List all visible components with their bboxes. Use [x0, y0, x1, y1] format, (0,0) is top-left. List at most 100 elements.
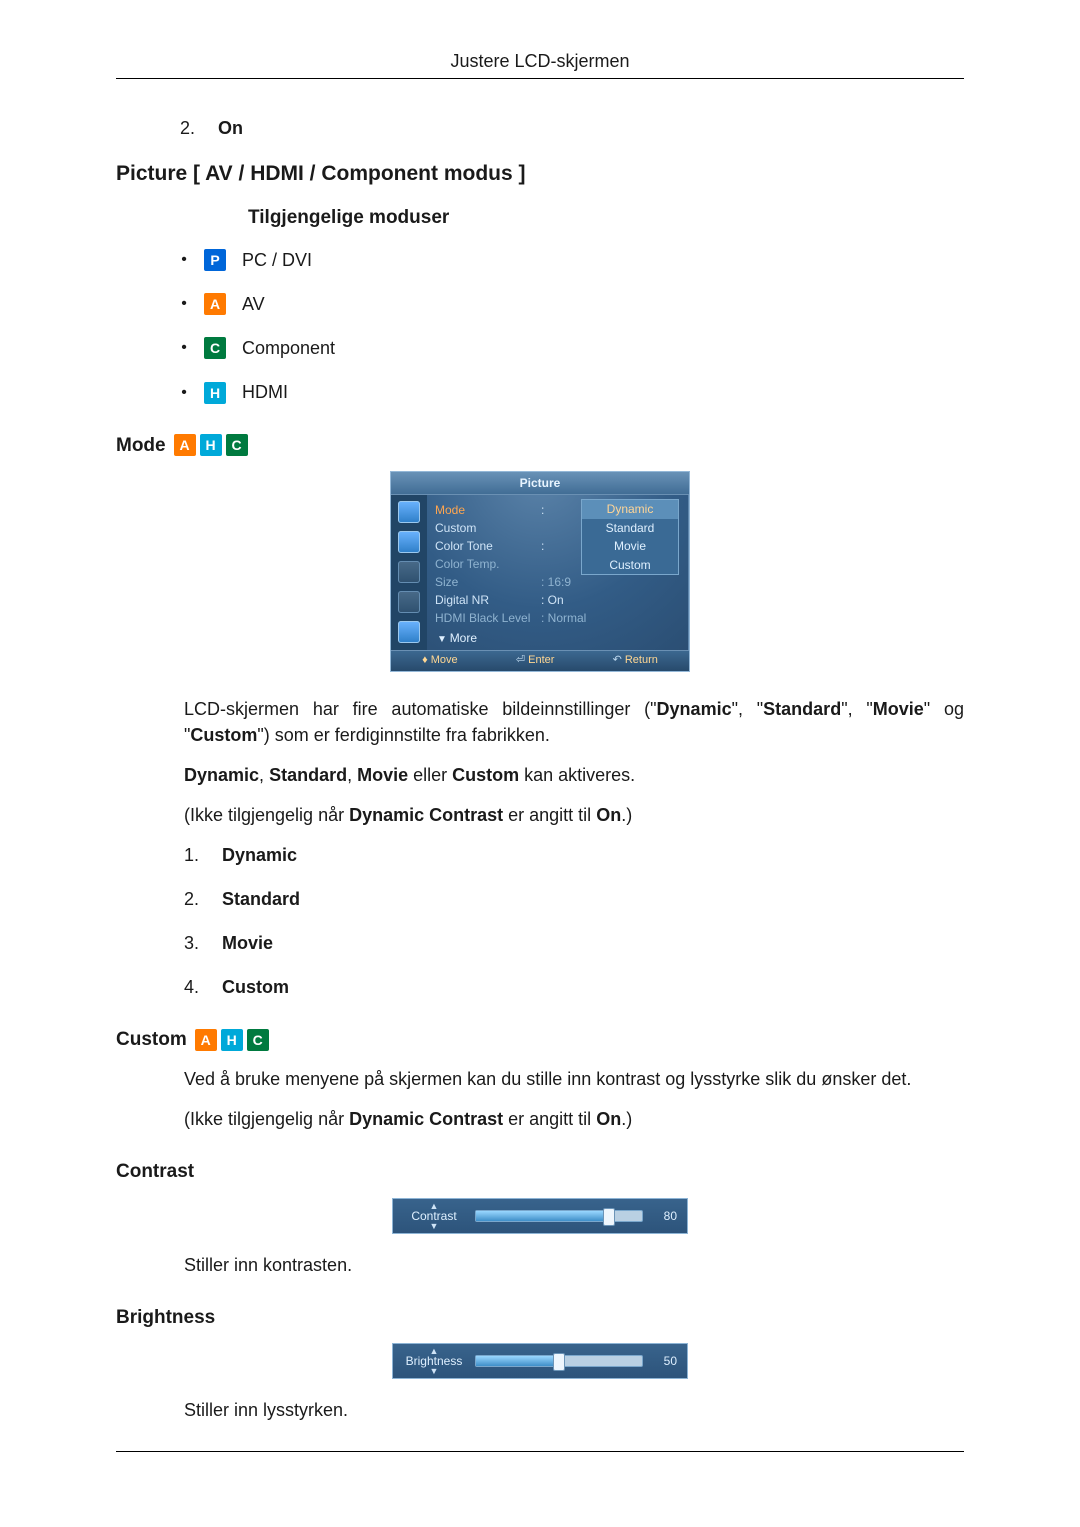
- list-label: Dynamic: [222, 842, 297, 868]
- list-item: 3.Movie: [184, 930, 964, 956]
- list-item: 4. Custom: [184, 974, 964, 1000]
- slider-value: 50: [653, 1354, 677, 1368]
- chevron-up-icon: ▲: [430, 1346, 439, 1356]
- intro-list: 2. On: [180, 115, 964, 141]
- contrast-heading-text: Contrast: [116, 1158, 194, 1186]
- badge-c-icon: C: [226, 434, 248, 456]
- osd-row-label: Custom: [435, 521, 541, 535]
- slider-fill: [476, 1211, 610, 1221]
- osd-sidebar: [391, 495, 427, 650]
- osd-row: Size : 16:9: [435, 573, 683, 591]
- osd-row-label: HDMI Black Level: [435, 611, 541, 625]
- osd-picture-menu: Picture Mode : Dynamic Standard: [390, 471, 690, 672]
- brightness-description: Stiller inn lysstyrken.: [184, 1397, 964, 1423]
- osd-row-label: Size: [435, 575, 541, 589]
- contrast-description: Stiller inn kontrasten.: [184, 1252, 964, 1278]
- osd-more[interactable]: More: [435, 627, 683, 648]
- bullet-icon: •: [180, 385, 188, 401]
- list-label: Standard: [222, 886, 300, 912]
- slider-value: 80: [653, 1209, 677, 1223]
- chevron-up-icon: ▲: [430, 1201, 439, 1211]
- page-footer-rule: [116, 1451, 964, 1453]
- badge-h-icon: H: [204, 382, 226, 404]
- badge-c-icon: C: [247, 1029, 269, 1051]
- list-number: 2.: [184, 886, 206, 912]
- osd-footer-return: ↶ Return: [613, 654, 658, 667]
- osd-footer-move: ♦ Move: [422, 654, 458, 667]
- osd-footer: ♦ Move ⏎ Enter ↶ Return: [391, 650, 689, 670]
- list-item: • P PC / DVI: [180, 247, 964, 273]
- osd-row-value: :: [541, 539, 544, 553]
- chevron-down-icon: ▼: [430, 1221, 439, 1231]
- list-label: Movie: [222, 930, 273, 956]
- osd-row-value: : Normal: [541, 611, 586, 625]
- mode-options-list: 1. Dynamic 2. Standard 3.Movie 4. Custom: [184, 842, 964, 1000]
- custom-heading-text: Custom: [116, 1026, 187, 1054]
- osd-row: HDMI Black Level : Normal: [435, 609, 683, 627]
- badge-a-icon: A: [204, 293, 226, 315]
- brightness-slider[interactable]: ▲ Brightness ▼ 50: [392, 1343, 688, 1379]
- bullet-icon: •: [180, 296, 188, 312]
- section-picture-title: Picture [ AV / HDMI / Component modus ]: [116, 159, 964, 189]
- osd-side-icon: [398, 501, 420, 523]
- slider-thumb[interactable]: [603, 1208, 615, 1226]
- custom-heading-badges: A H C: [195, 1029, 269, 1051]
- custom-availability-note: (Ikke tilgjengelig når Dynamic Contrast …: [184, 1106, 964, 1132]
- osd-row-value: : On: [541, 593, 564, 607]
- available-modes-list: • P PC / DVI • A AV • C Component • H HD…: [180, 247, 964, 405]
- osd-dropdown-item[interactable]: Custom: [582, 556, 678, 574]
- osd-side-icon: [398, 621, 420, 643]
- osd-title: Picture: [391, 472, 689, 495]
- osd-dropdown-item[interactable]: Dynamic: [582, 500, 678, 518]
- slider-label: ▲ Brightness ▼: [403, 1354, 465, 1368]
- list-label: On: [218, 115, 243, 141]
- custom-description: Ved å bruke menyene på skjermen kan du s…: [184, 1066, 964, 1092]
- bullet-icon: •: [180, 252, 188, 268]
- bullet-icon: •: [180, 340, 188, 356]
- mode-heading-badges: A H C: [174, 434, 248, 456]
- mode-availability-note: (Ikke tilgjengelig når Dynamic Contrast …: [184, 802, 964, 828]
- badge-h-icon: H: [200, 434, 222, 456]
- badge-h-icon: H: [221, 1029, 243, 1051]
- list-number: 2.: [180, 115, 202, 141]
- osd-side-icon: [398, 591, 420, 613]
- brightness-heading: Brightness: [116, 1304, 964, 1332]
- mode-heading-text: Mode: [116, 432, 166, 460]
- slider-track[interactable]: [475, 1210, 643, 1222]
- slider-label: ▲ Contrast ▼: [403, 1209, 465, 1223]
- badge-p-icon: P: [204, 249, 226, 271]
- brightness-heading-text: Brightness: [116, 1304, 215, 1332]
- page-header: Justere LCD-skjermen: [116, 48, 964, 79]
- contrast-slider[interactable]: ▲ Contrast ▼ 80: [392, 1198, 688, 1234]
- mode-label: AV: [242, 291, 265, 317]
- list-item: 1. Dynamic: [184, 842, 964, 868]
- slider-thumb[interactable]: [553, 1353, 565, 1371]
- osd-dropdown-item[interactable]: Movie: [582, 537, 678, 555]
- custom-heading: Custom A H C: [116, 1026, 964, 1054]
- list-number: 4.: [184, 974, 206, 1000]
- osd-dropdown[interactable]: Dynamic Standard Movie Custom: [581, 499, 679, 575]
- available-modes-title: Tilgjengelige moduser: [180, 204, 964, 232]
- mode-label: Component: [242, 335, 335, 361]
- list-number: 1.: [184, 842, 206, 868]
- osd-dropdown-item[interactable]: Standard: [582, 519, 678, 537]
- slider-fill: [476, 1356, 560, 1366]
- osd-row[interactable]: Digital NR : On: [435, 591, 683, 609]
- list-item: 2. On: [180, 115, 964, 141]
- badge-a-icon: A: [195, 1029, 217, 1051]
- mode-label: HDMI: [242, 379, 288, 405]
- osd-row-label: Color Tone: [435, 539, 541, 553]
- osd-row-label: Color Temp.: [435, 557, 541, 571]
- osd-side-icon: [398, 561, 420, 583]
- osd-side-icon: [398, 531, 420, 553]
- osd-row-value: : 16:9: [541, 575, 571, 589]
- osd-main: Mode : Dynamic Standard Movie Custom Cus…: [427, 495, 689, 650]
- list-item: • C Component: [180, 335, 964, 361]
- chevron-down-icon: ▼: [430, 1366, 439, 1376]
- slider-track[interactable]: [475, 1355, 643, 1367]
- contrast-heading: Contrast: [116, 1158, 964, 1186]
- mode-description-2: Dynamic, Standard, Movie eller Custom ka…: [184, 762, 964, 788]
- list-label: Custom: [222, 974, 289, 1000]
- list-item: • H HDMI: [180, 379, 964, 405]
- osd-row-label: Mode: [435, 503, 541, 517]
